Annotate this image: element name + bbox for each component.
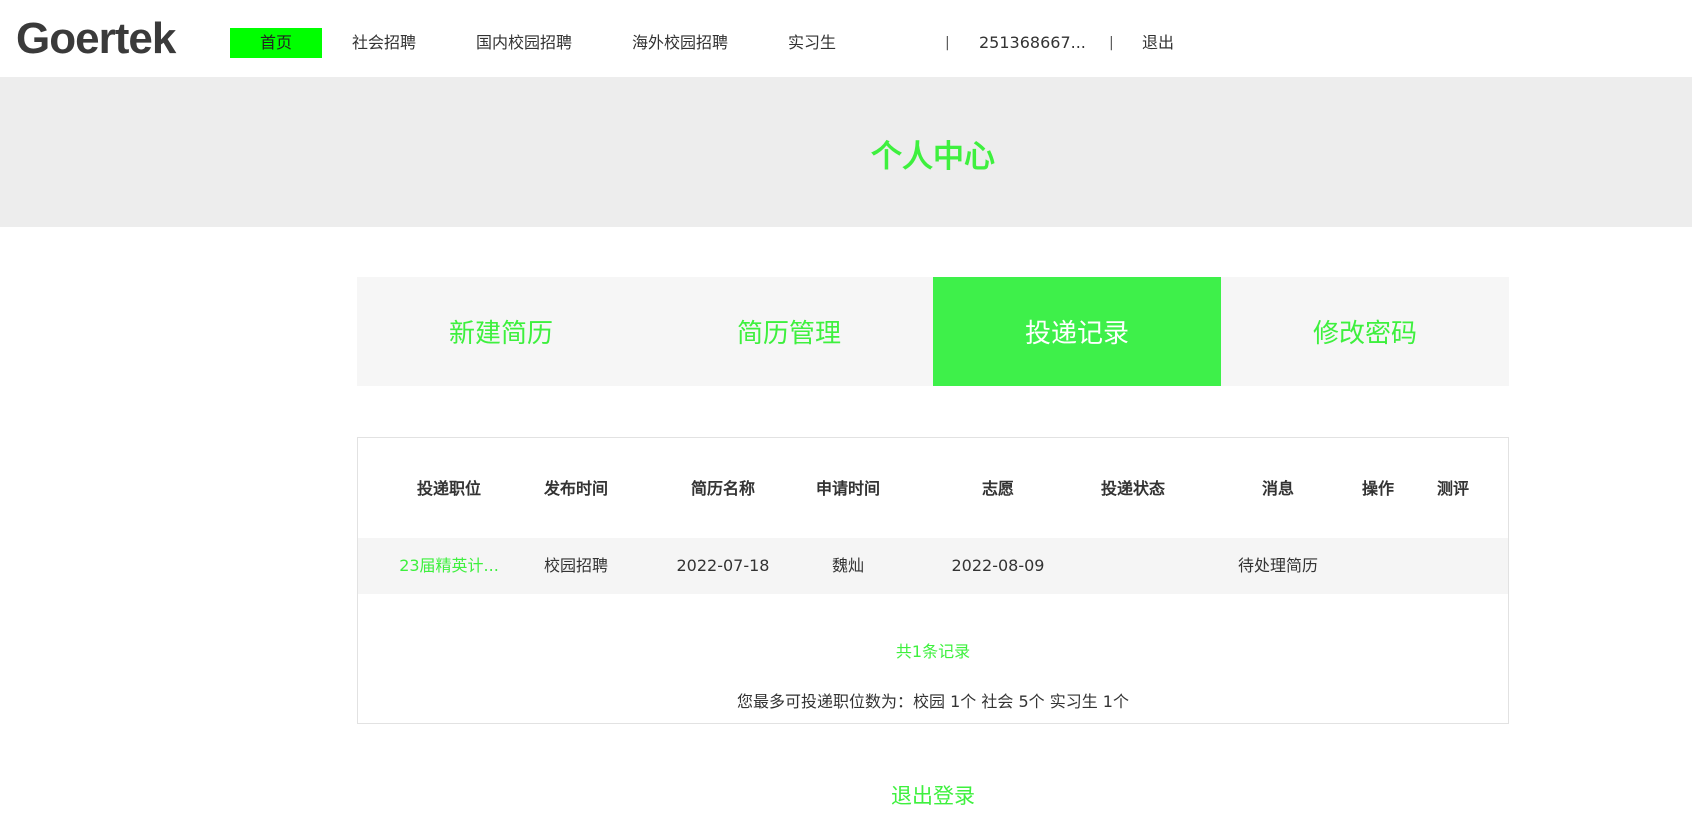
table-cell: 2022-07-18 <box>676 556 770 575</box>
record-count: 共1条记录 <box>895 642 971 661</box>
column-header: 发布时间 <box>543 479 608 498</box>
table-cell <box>1413 538 1493 594</box>
nav-separator: | <box>945 35 950 51</box>
position-link[interactable]: 23届精英计... <box>358 538 540 594</box>
nav-home[interactable]: 首页 <box>230 28 322 58</box>
column-header: 测评 <box>1436 479 1469 498</box>
nav-separator: | <box>1109 35 1114 51</box>
profile-tabs: 新建简历 简历管理 投递记录 修改密码 <box>357 277 1509 386</box>
page-title: 个人中心 <box>871 139 995 175</box>
column-header: 投递职位 <box>416 479 481 498</box>
table-row: 23届精英计... 校园招聘 2022-07-18 魏灿 2022-08-09 … <box>358 538 1508 594</box>
tab-application-records[interactable]: 投递记录 <box>933 277 1221 386</box>
application-records-panel: 投递职位 发布时间 简历名称 申请时间 志愿 投递状态 消息 操作 测评 23届… <box>357 437 1509 724</box>
tab-resume-management[interactable]: 简历管理 <box>645 277 933 386</box>
table-cell: 校园招聘 <box>543 556 608 575</box>
tab-new-resume[interactable]: 新建简历 <box>357 277 645 386</box>
logout-link[interactable]: 退出 <box>1142 28 1174 58</box>
column-header: 申请时间 <box>815 479 880 498</box>
column-header: 简历名称 <box>690 479 755 498</box>
table-cell <box>1338 538 1418 594</box>
nav-overseas-campus[interactable]: 海外校园招聘 <box>632 28 728 58</box>
nav-domestic-campus[interactable]: 国内校园招聘 <box>476 28 572 58</box>
page-banner: 个人中心 <box>0 77 1692 227</box>
nav-intern[interactable]: 实习生 <box>788 28 836 58</box>
logout-login-link[interactable]: 退出登录 <box>0 780 1692 810</box>
user-account-link[interactable]: 251368667... <box>979 28 1086 58</box>
table-cell: 2022-08-09 <box>951 556 1045 575</box>
column-header: 志愿 <box>981 479 1014 498</box>
application-quota-note: 您最多可投递职位数为：校园 1个 社会 5个 实习生 1个 <box>737 692 1129 711</box>
column-header: 操作 <box>1361 479 1394 498</box>
column-header: 消息 <box>1261 479 1294 498</box>
nav-social-recruitment[interactable]: 社会招聘 <box>352 28 416 58</box>
table-cell <box>1058 538 1208 594</box>
tab-change-password[interactable]: 修改密码 <box>1221 277 1509 386</box>
goertek-logo[interactable]: Goertek <box>16 14 176 64</box>
header: Goertek 首页 社会招聘 国内校园招聘 海外校园招聘 实习生 | 2513… <box>0 0 1692 77</box>
table-cell: 魏灿 <box>831 556 864 575</box>
column-header: 投递状态 <box>1100 479 1165 498</box>
status-cell: 待处理简历 <box>1237 556 1318 575</box>
